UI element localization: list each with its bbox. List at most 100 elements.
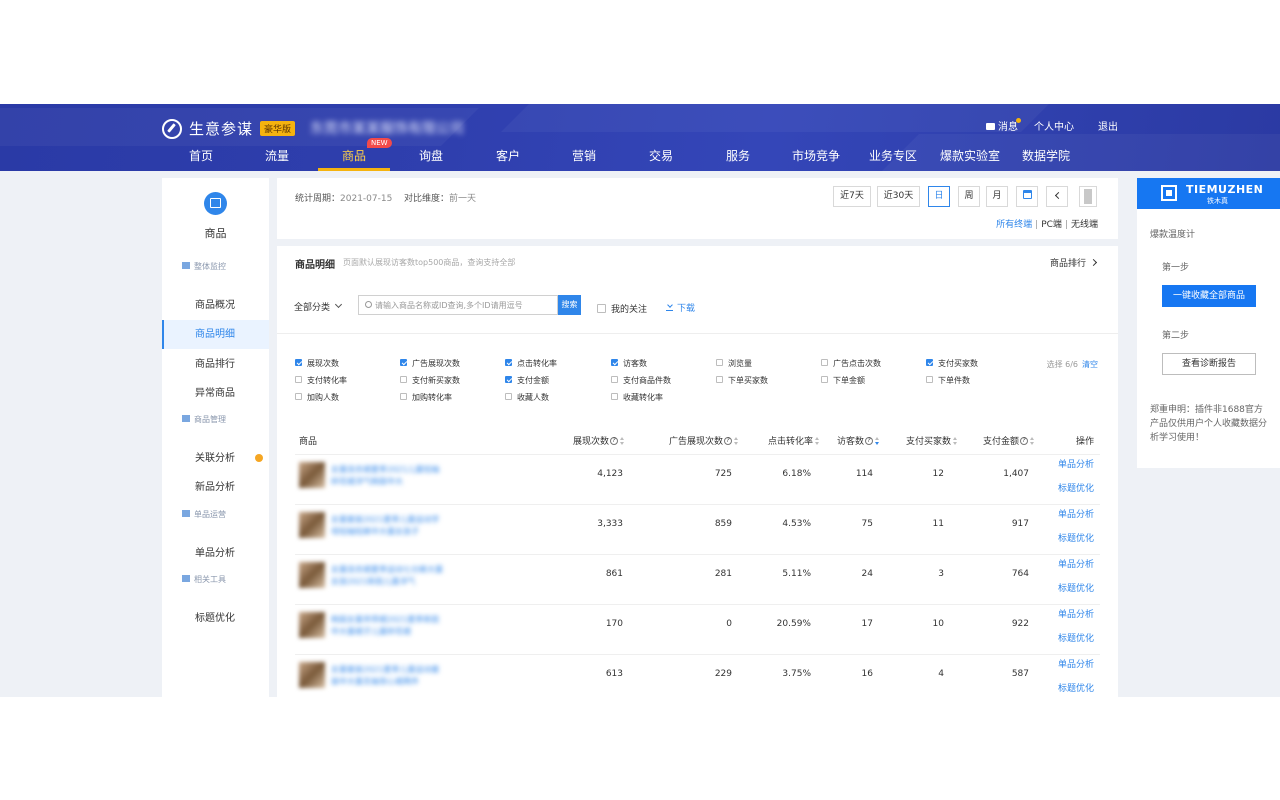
sidebar-item-title-optimize[interactable]: 标题优化 (162, 604, 269, 633)
product-name-link[interactable]: 女童连衣裙夏季运动七分裤大童女孩2021新款儿童洋气 (331, 564, 447, 588)
single-analysis-link[interactable]: 单品分析 (1058, 657, 1094, 670)
metric-checkbox[interactable]: 支付金额 (505, 375, 549, 386)
product-ranking-link[interactable]: 商品排行 (1050, 256, 1098, 269)
range-30days-button[interactable]: 近30天 (877, 186, 920, 207)
sidebar-group-tools: 相关工具 (182, 574, 226, 585)
cell-visitors: 16 (861, 669, 873, 679)
range-day-button[interactable]: 日 (928, 186, 950, 207)
metric-checkbox[interactable]: 支付转化率 (295, 375, 347, 386)
messages-link[interactable]: 消息 (986, 118, 1018, 133)
single-analysis-link[interactable]: 单品分析 (1058, 457, 1094, 470)
nav-traffic[interactable]: 流量 (265, 147, 289, 164)
nav-trade[interactable]: 交易 (649, 147, 673, 164)
sidebar-item-association[interactable]: 关联分析 (162, 444, 269, 473)
single-analysis-link[interactable]: 单品分析 (1058, 507, 1094, 520)
terminal-wireless[interactable]: 无线端 (1071, 220, 1098, 230)
range-month-button[interactable]: 月 (986, 186, 1008, 207)
sidebar-item-new-products[interactable]: 新品分析 (162, 473, 269, 502)
checkbox-icon (295, 376, 302, 383)
my-follow-checkbox[interactable]: 我的关注 (597, 302, 647, 315)
product-thumbnail[interactable] (299, 512, 325, 538)
selected-count: 选择 6/6 清空 (1046, 360, 1098, 369)
product-thumbnail[interactable] (299, 462, 325, 488)
product-thumbnail[interactable] (299, 562, 325, 588)
collect-all-button[interactable]: 一键收藏全部商品 (1162, 285, 1256, 307)
metric-checkbox[interactable]: 收藏转化率 (611, 392, 663, 403)
clear-selection-link[interactable]: 清空 (1082, 360, 1098, 369)
metric-checkbox[interactable]: 浏览量 (716, 358, 752, 369)
nav-business-zone[interactable]: 业务专区 (869, 147, 917, 164)
metric-checkbox[interactable]: 下单金额 (821, 375, 865, 386)
product-search-input[interactable]: 请输入商品名称或ID查询,多个ID请用逗号 (358, 295, 558, 315)
sidebar-item-abnormal[interactable]: 异常商品 (162, 379, 269, 408)
plugin-disclaimer: 郑重申明：插件非1688官方产品仅供用户个人收藏数据分析学习使用！ (1150, 405, 1268, 443)
metric-checkbox[interactable]: 加购转化率 (400, 392, 452, 403)
col-header-ctr[interactable]: 点击转化率 (768, 434, 820, 447)
product-name-link[interactable]: 女童套装2021夏季儿童运动字母短袖短裤中大童女孩子 (331, 514, 447, 538)
sidebar-item-ranking[interactable]: 商品排行 (162, 350, 269, 379)
metric-checkbox[interactable]: 广告点击次数 (821, 358, 881, 369)
product-name-link[interactable]: 女童连衣裙夏季2021儿童短袖碎花裙洋气韩版中大 (331, 464, 447, 488)
sidebar-item-single-analysis[interactable]: 单品分析 (162, 539, 269, 568)
nav-inquiry[interactable]: 询盘 (419, 147, 443, 164)
calendar-button[interactable] (1016, 186, 1038, 207)
product-name-link[interactable]: 韩版女童吊带裙2021夏季新款中大童裙子儿童碎花裙 (331, 614, 447, 638)
nav-home[interactable]: 首页 (189, 147, 213, 164)
metric-checkbox[interactable]: 访客数 (611, 358, 647, 369)
nav-customers[interactable]: 客户 (496, 147, 520, 164)
nav-hot-lab[interactable]: 爆款实验室 (940, 147, 1000, 164)
col-header-impressions[interactable]: 展现次数? (573, 434, 625, 447)
download-button[interactable]: 下载 (666, 301, 695, 314)
edition-badge: 豪华版 (260, 121, 296, 136)
search-placeholder: 请输入商品名称或ID查询,多个ID请用逗号 (375, 301, 523, 310)
logout-link[interactable]: 退出 (1098, 118, 1118, 133)
terminal-pc[interactable]: PC端 (1041, 220, 1062, 230)
product-thumbnail[interactable] (299, 612, 325, 638)
next-button[interactable] (1079, 186, 1097, 207)
single-analysis-link[interactable]: 单品分析 (1058, 607, 1094, 620)
metric-checkbox[interactable]: 下单件数 (926, 375, 970, 386)
title-optimize-link[interactable]: 标题优化 (1058, 581, 1094, 594)
title-optimize-link[interactable]: 标题优化 (1058, 631, 1094, 644)
product-name-link[interactable]: 女童套装2021夏季儿童运动套装中大童无袖背心裙两件 (331, 664, 447, 688)
metric-checkbox[interactable]: 点击转化率 (505, 358, 557, 369)
product-thumbnail[interactable] (299, 662, 325, 688)
nav-data-academy[interactable]: 数据学院 (1022, 147, 1070, 164)
plugin-brand-cn: 铁木真 (1207, 197, 1228, 205)
metric-checkbox[interactable]: 支付新买家数 (400, 375, 460, 386)
metric-checkbox[interactable]: 加购人数 (295, 392, 339, 403)
nav-market-competition[interactable]: 市场竞争 (792, 147, 840, 164)
view-report-button[interactable]: 查看诊断报告 (1162, 353, 1256, 375)
metric-checkbox[interactable]: 广告展现次数 (400, 358, 460, 369)
search-button[interactable]: 搜索 (558, 295, 581, 315)
personal-center-link[interactable]: 个人中心 (1034, 118, 1074, 133)
title-optimize-link[interactable]: 标题优化 (1058, 681, 1094, 694)
col-header-amount[interactable]: 支付金额? (983, 434, 1035, 447)
chart-icon (182, 415, 190, 422)
col-header-buyers[interactable]: 支付买家数 (906, 434, 958, 447)
range-week-button[interactable]: 周 (958, 186, 980, 207)
period-panel: 统计周期：2021-07-15 对比维度：前一天 近7天 近30天 日 周 月 … (277, 178, 1118, 239)
sidebar-item-overview[interactable]: 商品概况 (162, 291, 269, 320)
cell-visitors: 75 (861, 519, 873, 529)
sidebar-item-detail[interactable]: 商品明细 (162, 320, 269, 349)
title-optimize-link[interactable]: 标题优化 (1058, 531, 1094, 544)
category-select[interactable]: 全部分类 (294, 300, 343, 313)
nav-marketing[interactable]: 营销 (572, 147, 596, 164)
prev-button[interactable] (1046, 186, 1068, 207)
nav-products[interactable]: 商品 (342, 147, 366, 164)
metric-checkbox[interactable]: 收藏人数 (505, 392, 549, 403)
metric-checkbox[interactable]: 支付商品件数 (611, 375, 671, 386)
metric-checkbox[interactable]: 支付买家数 (926, 358, 978, 369)
nav-service[interactable]: 服务 (726, 147, 750, 164)
col-header-ad-impressions[interactable]: 广告展现次数? (669, 434, 739, 447)
col-header-visitors[interactable]: 访客数? (837, 434, 880, 447)
terminal-all[interactable]: 所有终端 (996, 220, 1032, 230)
metric-checkbox[interactable]: 下单买家数 (716, 375, 768, 386)
app-logo[interactable]: 生意参谋 豪华版 (162, 118, 296, 139)
range-7days-button[interactable]: 近7天 (833, 186, 871, 207)
nav-active-underline (318, 168, 390, 171)
title-optimize-link[interactable]: 标题优化 (1058, 481, 1094, 494)
metric-checkbox[interactable]: 展现次数 (295, 358, 339, 369)
single-analysis-link[interactable]: 单品分析 (1058, 557, 1094, 570)
